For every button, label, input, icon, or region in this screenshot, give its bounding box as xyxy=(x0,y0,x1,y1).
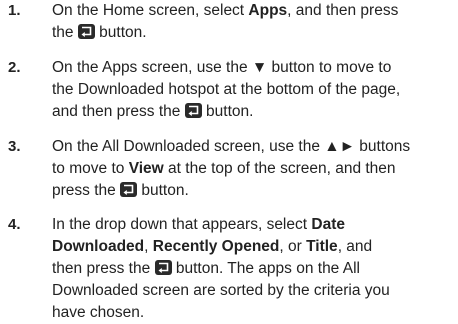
enter-button-icon xyxy=(120,182,138,197)
text-segment: button. xyxy=(201,103,254,120)
step-text: On the Home screen, select Apps, and the… xyxy=(52,0,452,44)
step-text: In the drop down that appears, select Da… xyxy=(52,214,452,324)
step-line: have chosen. xyxy=(52,302,452,324)
bold-term: Title xyxy=(306,238,338,255)
step-line: to move to View at the top of the screen… xyxy=(52,158,452,180)
step-line: press the button. xyxy=(52,180,452,202)
text-segment: button. The apps on the All xyxy=(171,260,360,277)
text-segment: the xyxy=(52,24,78,41)
step-number: 2. xyxy=(8,59,21,76)
bold-term: View xyxy=(128,160,164,177)
text-segment: , xyxy=(144,238,153,255)
bold-term: Apps xyxy=(248,2,288,19)
text-segment: button. xyxy=(137,182,189,199)
step-text: On the All Downloaded screen, use the ▲►… xyxy=(52,136,452,202)
text-segment: to move to xyxy=(52,160,129,177)
text-segment: , and xyxy=(337,238,373,255)
step-line: Downloaded screen are sorted by the crit… xyxy=(52,280,452,302)
text-segment: In the drop down that appears, select xyxy=(52,216,312,233)
text-segment: , and then press xyxy=(287,2,399,19)
step-line: and then press the button. xyxy=(52,101,452,123)
text-segment: Downloaded screen are sorted by the crit… xyxy=(52,282,390,299)
step-line: then press the button. The apps on the A… xyxy=(52,258,452,280)
step-number: 1. xyxy=(8,2,21,19)
bold-term: Recently Opened xyxy=(152,238,280,255)
text-segment: press the xyxy=(52,182,121,199)
step-line: Downloaded, Recently Opened, or Title, a… xyxy=(52,236,452,258)
enter-button-icon xyxy=(77,24,95,39)
text-segment: On the Apps screen, use the ▼ button to … xyxy=(52,59,392,76)
step-line: the button. xyxy=(52,22,452,44)
bold-term: Date xyxy=(311,216,345,233)
text-segment: the Downloaded hotspot at the bottom of … xyxy=(52,81,401,98)
step-line: In the drop down that appears, select Da… xyxy=(52,214,452,236)
bold-term: Downloaded xyxy=(52,238,145,255)
step-number: 3. xyxy=(8,138,21,155)
text-segment: On the Home screen, select xyxy=(52,2,249,19)
text-segment: On the All Downloaded screen, use the ▲►… xyxy=(52,138,411,155)
text-segment: at the top of the screen, and then xyxy=(163,160,396,177)
text-segment: have chosen. xyxy=(52,304,145,321)
enter-button-icon xyxy=(184,103,202,118)
text-segment: then press the xyxy=(52,260,155,277)
step-line: the Downloaded hotspot at the bottom of … xyxy=(52,79,452,101)
text-segment: , or xyxy=(279,238,307,255)
step-line: On the Home screen, select Apps, and the… xyxy=(52,0,452,22)
text-segment: and then press the xyxy=(52,103,185,120)
step-line: On the Apps screen, use the ▼ button to … xyxy=(52,57,452,79)
text-segment: button. xyxy=(94,24,147,41)
enter-button-icon xyxy=(154,260,172,275)
step-number: 4. xyxy=(8,216,21,233)
step-line: On the All Downloaded screen, use the ▲►… xyxy=(52,136,452,158)
step-text: On the Apps screen, use the ▼ button to … xyxy=(52,57,452,123)
